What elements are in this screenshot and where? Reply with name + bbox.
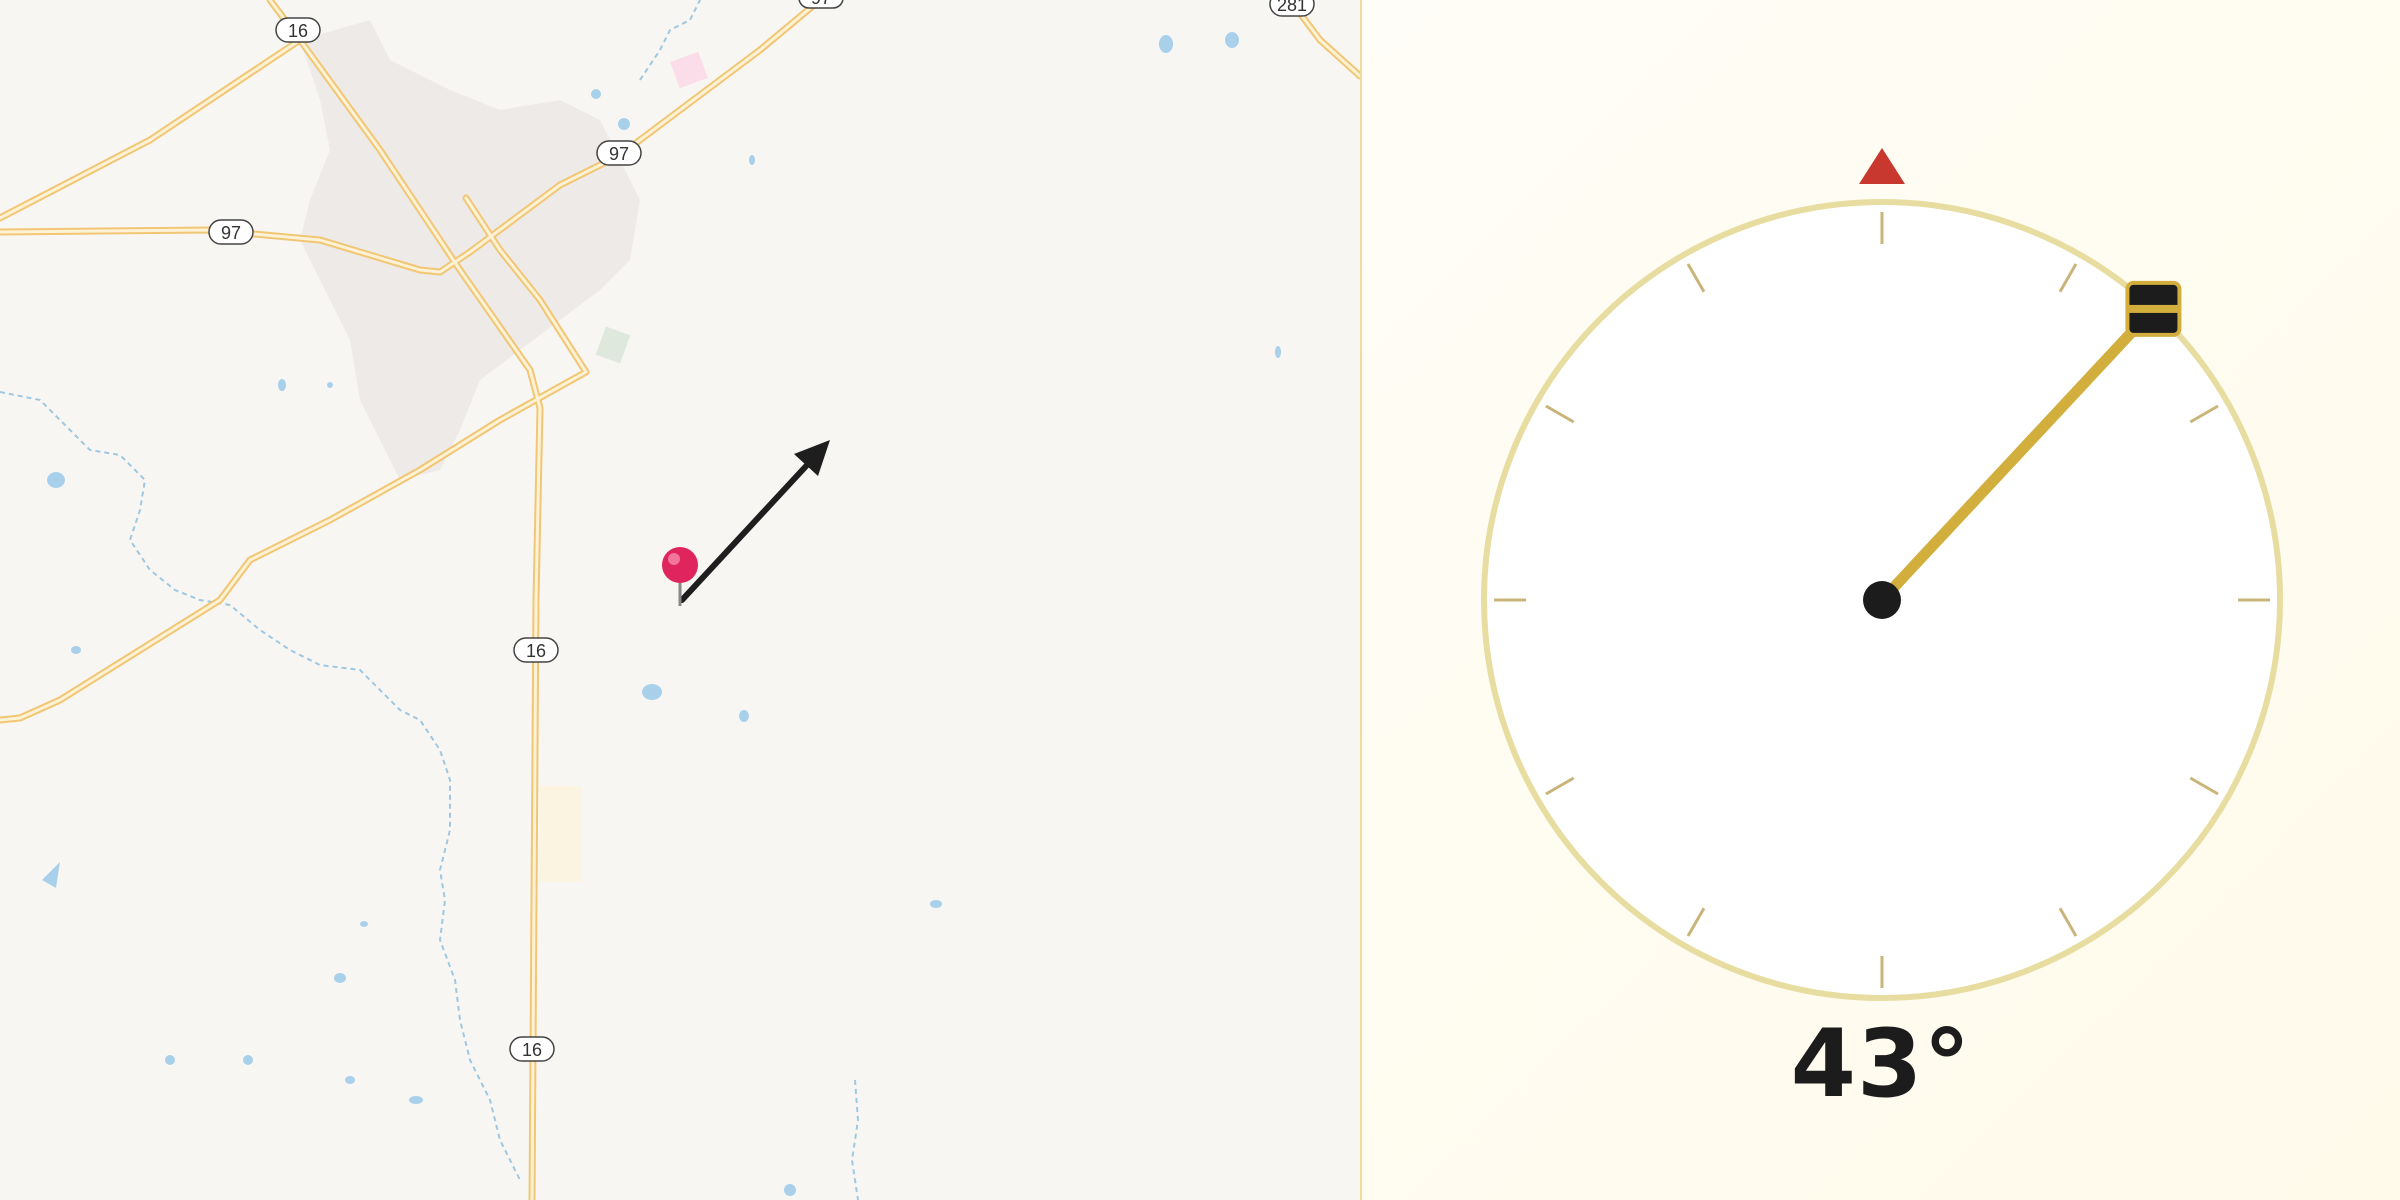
route-shield-97-town: 97 xyxy=(596,140,642,166)
heading-readout: 43° xyxy=(1790,1010,1972,1119)
route-shield-281: 281 xyxy=(1269,0,1315,17)
pink-area xyxy=(670,51,708,89)
compass-panel: 43° xyxy=(1362,0,2400,1200)
route-shield-label: 16 xyxy=(288,21,308,41)
water-bodies xyxy=(42,32,1281,1196)
route-shield-16-middle: 16 xyxy=(513,637,559,663)
map-view[interactable]: 16 97 97 16 16 97 281 xyxy=(0,0,1360,1200)
route-shield-label: 97 xyxy=(221,223,241,243)
park-area xyxy=(595,326,631,364)
map-pin-icon[interactable] xyxy=(662,547,698,606)
yellow-area xyxy=(540,786,582,882)
map-canvas[interactable]: 16 97 97 16 16 97 281 xyxy=(0,0,1360,1200)
route-shield-label: 16 xyxy=(522,1040,542,1060)
route-shield-label: 97 xyxy=(811,0,831,8)
route-shield-16-south: 16 xyxy=(509,1036,555,1062)
route-shield-97-west: 97 xyxy=(208,219,254,245)
needle-drag-handle[interactable] xyxy=(2125,280,2182,337)
route-shield-label: 16 xyxy=(526,641,546,661)
direction-arrow-icon xyxy=(679,440,830,603)
route-shield-16-north: 16 xyxy=(275,17,321,43)
north-marker-icon xyxy=(1859,148,1905,184)
route-shield-label: 97 xyxy=(609,144,629,164)
route-shield-97-top: 97 xyxy=(798,0,844,9)
route-shield-label: 281 xyxy=(1277,0,1307,15)
compass-center-dot xyxy=(1863,581,1901,619)
